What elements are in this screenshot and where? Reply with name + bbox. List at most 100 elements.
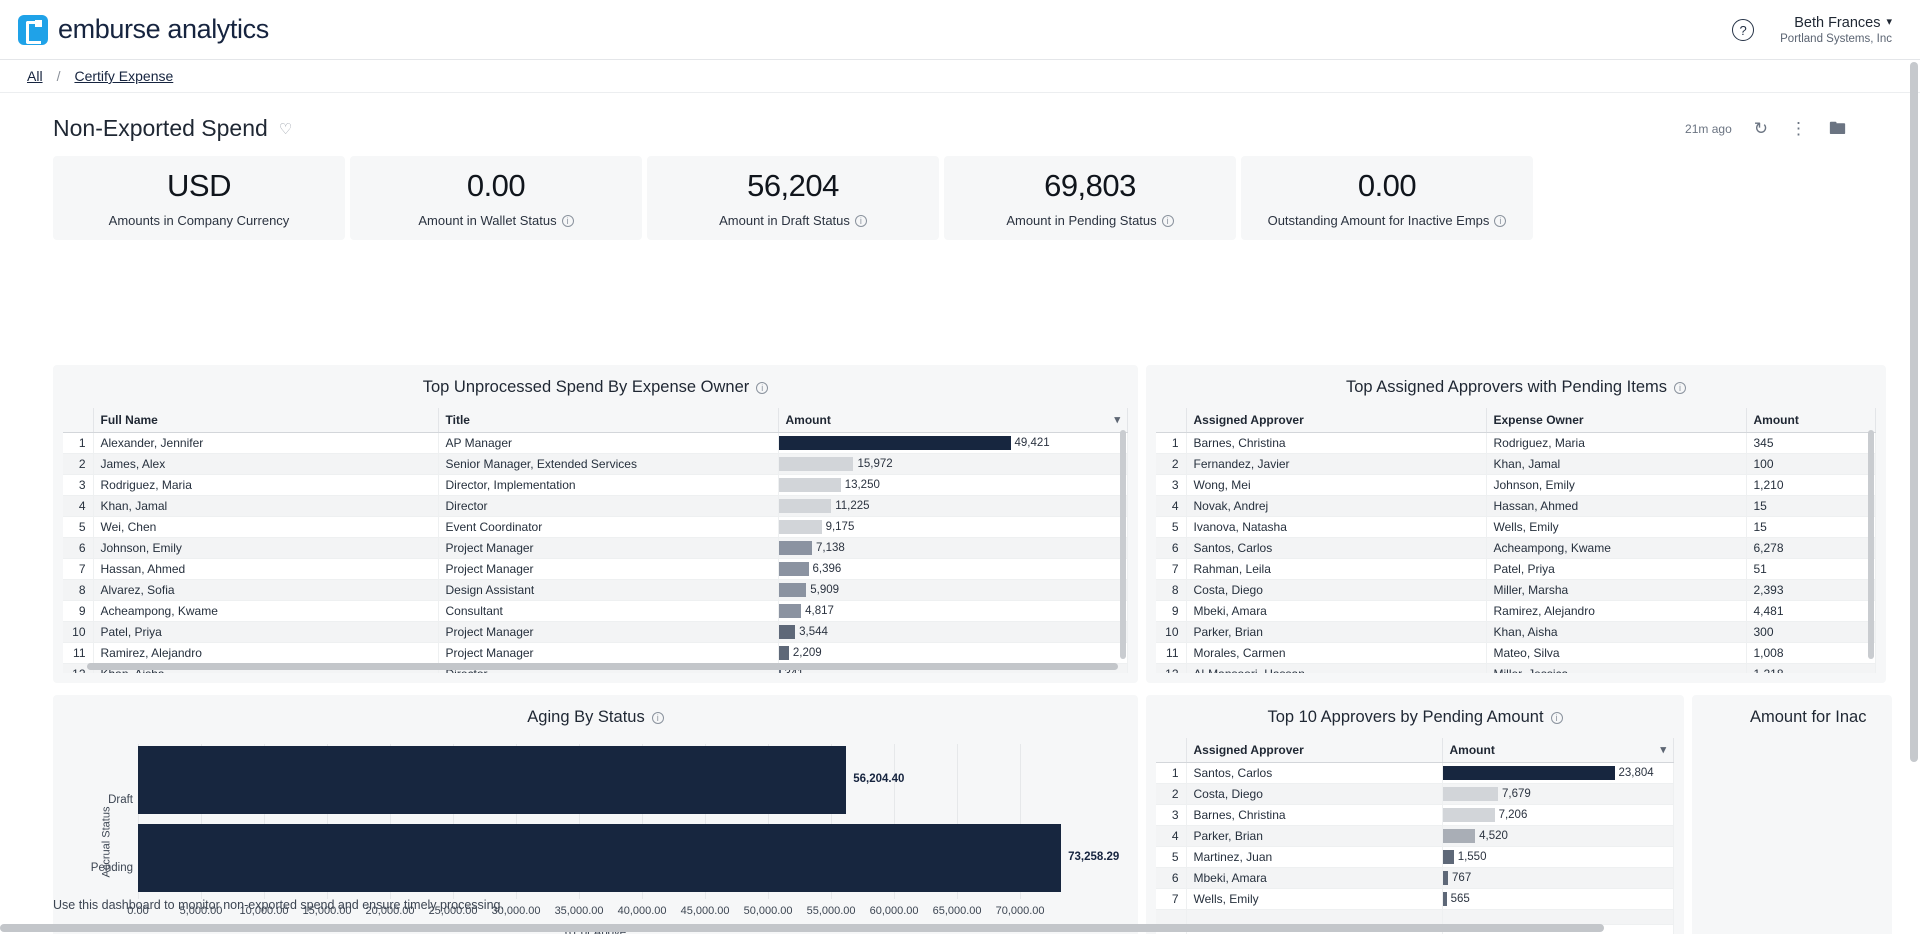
kpi-label: Outstanding Amount for Inactive Emps (1267, 213, 1490, 228)
table-row[interactable]: 3 Rodriguez, Maria Director, Implementatio… (63, 474, 1128, 496)
info-icon[interactable]: i (1494, 214, 1507, 227)
table-row[interactable]: 2 Costa, Diego 7,679 (1156, 783, 1674, 805)
column-header-assigned-approver[interactable]: Assigned Approver (1186, 738, 1443, 763)
kpi-label: Amount in Draft Status (719, 213, 850, 228)
page-horizontal-scrollbar[interactable] (0, 924, 1604, 932)
column-header-assigned-approver[interactable]: Assigned Approver (1186, 408, 1487, 433)
table-row[interactable]: 9 Mbeki, Amara Ramirez, Alejandro 4,481 (1156, 600, 1876, 622)
table-row[interactable]: 11 Morales, Carmen Mateo, Silva 1,008 (1156, 642, 1876, 664)
refresh-icon[interactable]: ↻ (1754, 120, 1768, 137)
user-org-label: Portland Systems, Inc (1780, 32, 1892, 45)
vertical-scrollbar[interactable] (1868, 430, 1874, 659)
info-icon[interactable]: i (1550, 711, 1563, 724)
aging-bar-value-label: 56,204.40 (853, 773, 905, 785)
chevron-down-icon[interactable]: ▾ (1660, 743, 1666, 756)
row-index: 7 (63, 558, 94, 580)
cell-title: Consultant (438, 600, 779, 622)
kebab-menu-icon[interactable]: ⋮ (1790, 120, 1807, 137)
table-row[interactable]: 9 Acheampong, Kwame Consultant 4,817 (63, 600, 1128, 622)
table-row[interactable]: 4 Khan, Jamal Director 11,225 (63, 495, 1128, 517)
column-header-amount[interactable]: Amount ▾ (1442, 738, 1674, 763)
kpi-card[interactable]: 0.00 Outstanding Amount for Inactive Emp… (1241, 156, 1533, 240)
help-icon[interactable]: ? (1732, 19, 1755, 41)
info-icon[interactable]: i (854, 214, 867, 227)
row-index: 4 (63, 495, 94, 517)
info-icon[interactable]: i (1674, 381, 1687, 394)
panel-title-label: Aging By Status (527, 708, 645, 726)
info-icon[interactable]: i (1161, 214, 1174, 227)
folder-icon[interactable]: 🖿 (1829, 120, 1846, 137)
amount-bar (1442, 765, 1615, 780)
table-row[interactable]: 2 Fernandez, Javier Khan, Jamal 100 (1156, 453, 1876, 475)
table-row[interactable]: 10 Patel, Priya Project Manager 3,544 (63, 621, 1128, 643)
vertical-scrollbar[interactable] (1120, 430, 1126, 659)
row-index: 7 (1156, 888, 1187, 910)
table-row[interactable]: 4 Novak, Andrej Hassan, Ahmed 15 (1156, 495, 1876, 517)
table-row[interactable]: 6 Mbeki, Amara 767 (1156, 867, 1674, 889)
table-row[interactable]: 7 Hassan, Ahmed Project Manager 6,396 (63, 558, 1128, 580)
aging-plot-area: 0.00 5,000.00 10,000.00 15,000.00 20,000.00 2… (127, 744, 1119, 917)
amount-value: 565 (1450, 892, 1470, 905)
table-row[interactable]: 5 Martinez, Juan 1,550 (1156, 846, 1674, 868)
cell-amount-bar: 7,138 (778, 537, 1128, 559)
cell-full-name: Wei, Chen (93, 516, 439, 538)
breadcrumb-certify-expense[interactable]: Certify Expense (74, 68, 173, 84)
cell-assigned-approver: Mbeki, Amara (1186, 867, 1443, 889)
kpi-card[interactable]: 0.00 Amount in Wallet Status i (350, 156, 642, 240)
horizontal-scrollbar[interactable] (87, 663, 1118, 670)
table-row[interactable]: 5 Wei, Chen Event Coordinator 9,175 (63, 516, 1128, 538)
heart-outline-icon[interactable]: ♡ (279, 120, 292, 138)
chevron-down-icon[interactable]: ▾ (1114, 413, 1120, 426)
row-index: 6 (1156, 867, 1187, 889)
cell-full-name: Alexander, Jennifer (93, 432, 439, 454)
amount-bar (778, 561, 809, 576)
column-header-title[interactable]: Title (438, 408, 779, 433)
kpi-card[interactable]: USD Amounts in Company Currency (53, 156, 345, 240)
table-row[interactable]: 6 Santos, Carlos Acheampong, Kwame 6,278 (1156, 537, 1876, 559)
breadcrumb-all[interactable]: All (27, 68, 43, 84)
cell-assigned-approver: Martinez, Juan (1186, 846, 1443, 868)
kpi-value: 56,204 (747, 168, 839, 203)
table-row[interactable]: 11 Ramirez, Alejandro Project Manager 2,209 (63, 642, 1128, 664)
table-row[interactable]: 3 Barnes, Christina 7,206 (1156, 804, 1674, 826)
info-icon[interactable]: i (561, 214, 574, 227)
info-icon[interactable]: i (756, 381, 769, 394)
aging-bar-draft[interactable] (138, 746, 847, 814)
table-row[interactable]: 1 Alexander, Jennifer AP Manager 49,421 (63, 432, 1128, 454)
table-row[interactable]: 1 Santos, Carlos 23,804 (1156, 762, 1674, 784)
table-row[interactable]: 8 Alvarez, Sofia Design Assistant 5,909 (63, 579, 1128, 601)
table-row[interactable]: 5 Ivanova, Natasha Wells, Emily 15 (1156, 516, 1876, 538)
cell-amount-bar: 4,817 (778, 600, 1128, 622)
table-row[interactable]: 8 Costa, Diego Miller, Marsha 2,393 (1156, 579, 1876, 601)
table-row[interactable]: 6 Johnson, Emily Project Manager 7,138 (63, 537, 1128, 559)
cell-assigned-approver: Barnes, Christina (1186, 804, 1443, 826)
cell-expense-owner: Khan, Aisha (1486, 621, 1747, 643)
cell-full-name: James, Alex (93, 453, 439, 475)
kpi-card[interactable]: 69,803 Amount in Pending Status i (944, 156, 1236, 240)
cell-expense-owner: Hassan, Ahmed (1486, 495, 1747, 517)
info-icon[interactable]: i (651, 711, 664, 724)
brand-logo[interactable]: emburse analytics (18, 14, 269, 45)
table-row[interactable]: 3 Wong, Mei Johnson, Emily 1,210 (1156, 474, 1876, 496)
kpi-card[interactable]: 56,204 Amount in Draft Status i (647, 156, 939, 240)
page-vertical-scrollbar[interactable] (1910, 62, 1918, 762)
column-header-amount[interactable]: Amount (1746, 408, 1876, 433)
cell-full-name: Ramirez, Alejandro (93, 642, 439, 664)
user-menu[interactable]: Beth Frances ▾ Portland Systems, Inc (1780, 14, 1892, 47)
column-header-expense-owner[interactable]: Expense Owner (1486, 408, 1747, 433)
table-row[interactable]: 12Al-Mansoori, HassanMiller, Jessica1,21… (1156, 663, 1876, 673)
amount-bar (1442, 786, 1498, 801)
table-row[interactable]: 4 Parker, Brian 4,520 (1156, 825, 1674, 847)
row-index: 8 (1156, 579, 1187, 601)
table-row[interactable]: 10 Parker, Brian Khan, Aisha 300 (1156, 621, 1876, 643)
table-row[interactable]: 1 Barnes, Christina Rodriguez, Maria 345 (1156, 432, 1876, 454)
x-tick-label: 55,000.00 (806, 905, 856, 917)
aging-bar-pending[interactable] (138, 824, 1062, 892)
table-row[interactable]: 7 Rahman, Leila Patel, Priya 51 (1156, 558, 1876, 580)
table-row[interactable]: 7 Wells, Emily 565 (1156, 888, 1674, 910)
y-tick-draft: Draft (108, 794, 133, 806)
table-row[interactable]: 2 James, Alex Senior Manager, Extended Ser… (63, 453, 1128, 475)
column-header-amount[interactable]: Amount ▾ (778, 408, 1128, 433)
column-header-full-name[interactable]: Full Name (93, 408, 439, 433)
cell-assigned-approver: Santos, Carlos (1186, 537, 1487, 559)
